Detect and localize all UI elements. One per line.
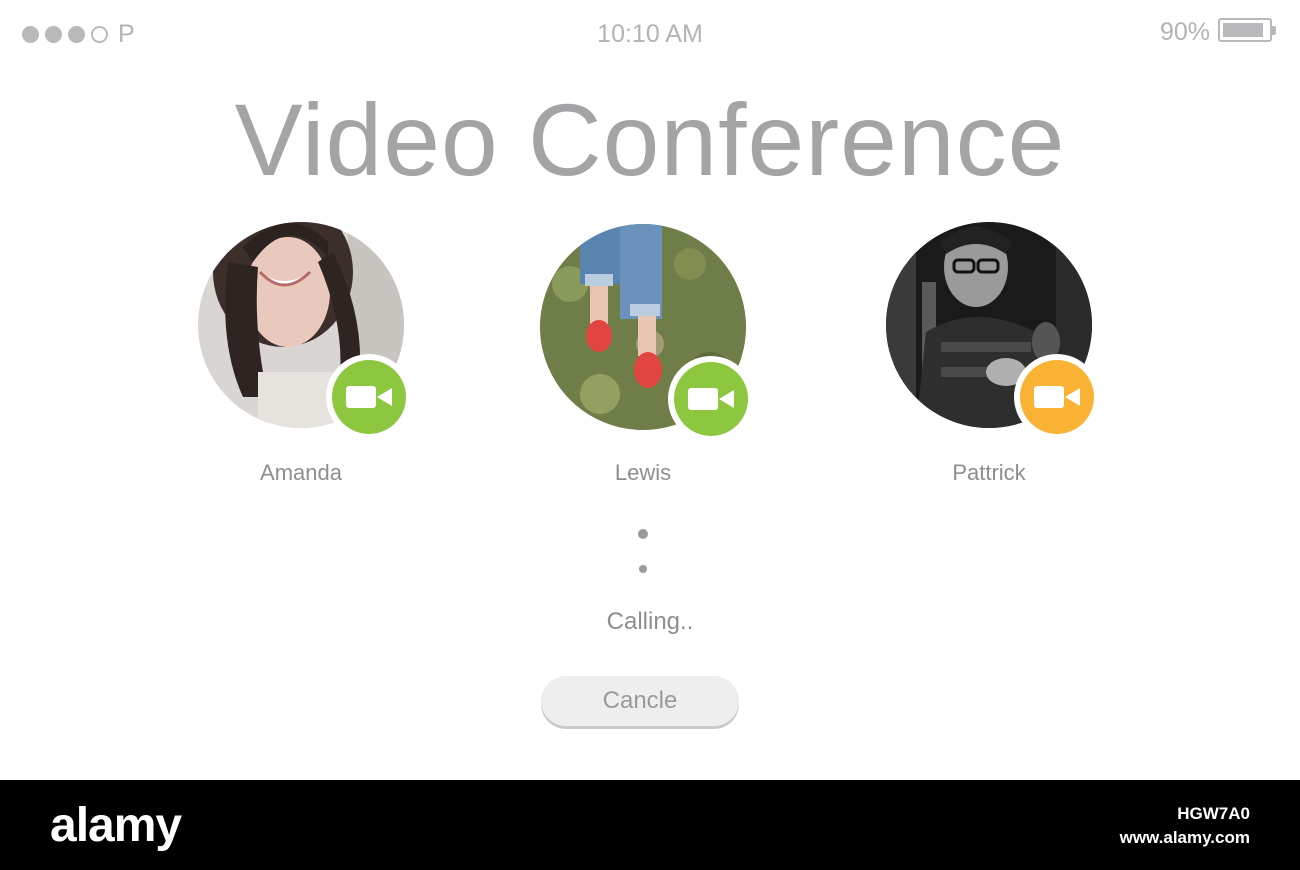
participant-name: Lewis — [614, 460, 672, 485]
participant-name: Amanda — [260, 460, 342, 485]
battery-icon — [1218, 18, 1276, 42]
video-call-badge[interactable] — [326, 354, 412, 440]
video-camera-icon — [332, 360, 406, 434]
watermark-image-id: HGW7A0 — [1177, 804, 1250, 823]
battery-percentage: 90% — [1159, 18, 1210, 46]
watermark-url: www.alamy.com — [1119, 828, 1250, 847]
status-time: 10:10 AM — [597, 20, 703, 48]
page-title: Video Conference — [234, 83, 1066, 197]
video-camera-icon — [1020, 360, 1094, 434]
calling-dot-icon — [639, 565, 647, 573]
calling-dot-icon — [638, 529, 648, 539]
video-camera-icon — [674, 362, 748, 436]
watermark-banner: alamy HGW7A0 www.alamy.com — [0, 780, 1300, 870]
watermark-logo: alamy — [50, 799, 182, 852]
video-call-badge[interactable] — [1014, 354, 1100, 440]
call-status-text: Calling.. — [606, 608, 694, 635]
cancel-button[interactable]: Cancle — [541, 676, 739, 726]
video-conference-screen: P 10:10 AM 90% Video Conference Amanda L… — [0, 0, 1300, 780]
participant-name: Pattrick — [952, 460, 1026, 485]
video-call-badge[interactable] — [668, 356, 754, 442]
